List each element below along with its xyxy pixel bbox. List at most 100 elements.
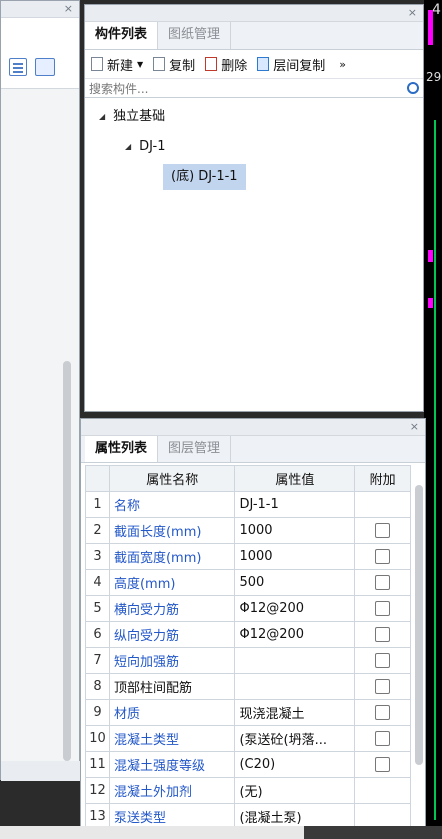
extra-checkbox[interactable]	[375, 627, 391, 642]
property-name: 截面长度(mm)	[108, 517, 236, 544]
row-index: 10	[85, 725, 110, 752]
table-row[interactable]: 12 混凝土外加剂 (无)	[85, 777, 411, 804]
extra-cell	[354, 543, 411, 570]
expand-triangle-icon[interactable]: ◢	[125, 132, 131, 162]
property-value[interactable]: 1000	[234, 517, 356, 544]
property-value[interactable]: (泵送砼(坍落...	[234, 725, 356, 752]
property-value[interactable]: (无)	[234, 777, 356, 804]
table-row[interactable]: 6 纵向受力筋 Φ12@200	[85, 621, 411, 648]
property-panel-close-icon[interactable]: ×	[410, 420, 419, 434]
extra-cell	[354, 621, 411, 648]
extra-checkbox[interactable]	[375, 757, 391, 772]
tab-component-list[interactable]: 构件列表	[85, 22, 159, 49]
row-index: 7	[85, 647, 110, 674]
delete-icon	[205, 57, 218, 71]
left-panel-scrollbar[interactable]	[63, 361, 71, 761]
component-list-panel: × 构件列表 图纸管理 新建 ▼ 复制 删除 层间复制 » 搜索构件... ◢	[84, 4, 424, 412]
extra-checkbox[interactable]	[375, 575, 391, 590]
component-search-box[interactable]: 搜索构件...	[85, 79, 423, 98]
component-panel-titlebar: ×	[85, 5, 423, 22]
table-header-name: 属性名称	[108, 465, 236, 492]
property-name: 材质	[108, 699, 236, 726]
property-value[interactable]	[234, 673, 356, 700]
property-value[interactable]: (C20)	[234, 751, 356, 778]
property-name: 顶部柱间配筋	[108, 673, 236, 700]
tree-node-leaf[interactable]: (底) DJ-1-1	[85, 162, 423, 192]
table-row[interactable]: 2 截面长度(mm) 1000	[85, 517, 411, 544]
table-row[interactable]: 9 材质 现浇混凝土	[85, 699, 411, 726]
table-row[interactable]: 7 短向加强筋	[85, 647, 411, 674]
property-name: 混凝土外加剂	[108, 777, 236, 804]
table-header-value: 属性值	[234, 465, 356, 492]
list-view-icon[interactable]	[9, 58, 27, 76]
property-panel-scrollbar[interactable]	[415, 485, 423, 765]
table-row[interactable]: 4 高度(mm) 500	[85, 569, 411, 596]
left-panel-close-icon[interactable]: ×	[64, 2, 73, 16]
extra-cell	[354, 725, 411, 752]
table-row[interactable]: 5 横向受力筋 Φ12@200	[85, 595, 411, 622]
tree-node-root[interactable]: ◢ 独立基础	[85, 102, 423, 132]
tree-node-label: DJ-1	[139, 139, 166, 154]
table-row[interactable]: 3 截面宽度(mm) 1000	[85, 543, 411, 570]
search-icon[interactable]	[407, 82, 419, 94]
toolbar-overflow-icon[interactable]: »	[339, 58, 346, 71]
cad-label: 29	[426, 70, 442, 84]
table-row[interactable]: 11 混凝土强度等级 (C20)	[85, 751, 411, 778]
delete-button[interactable]: 删除	[205, 55, 247, 74]
tree-node-selected-label[interactable]: (底) DJ-1-1	[163, 164, 246, 190]
property-value[interactable]: Φ12@200	[234, 621, 356, 648]
row-index: 9	[85, 699, 110, 726]
property-value[interactable]: 1000	[234, 543, 356, 570]
property-panel-titlebar: ×	[81, 419, 425, 436]
extra-checkbox[interactable]	[375, 601, 391, 616]
row-index: 5	[85, 595, 110, 622]
extra-cell	[354, 647, 411, 674]
floor-copy-button[interactable]: 层间复制	[257, 55, 325, 74]
row-index: 4	[85, 569, 110, 596]
property-view-icon[interactable]	[35, 58, 55, 76]
extra-checkbox[interactable]	[375, 653, 391, 668]
tree-node-child[interactable]: ◢ DJ-1	[85, 132, 423, 162]
cad-line	[434, 120, 436, 820]
property-value[interactable]: 现浇混凝土	[234, 699, 356, 726]
extra-checkbox[interactable]	[375, 731, 391, 746]
property-name: 短向加强筋	[108, 647, 236, 674]
extra-cell	[354, 699, 411, 726]
property-value[interactable]: Φ12@200	[234, 595, 356, 622]
property-panel-tabs: 属性列表 图层管理	[81, 436, 425, 463]
table-row[interactable]: 10 混凝土类型 (泵送砼(坍落...	[85, 725, 411, 752]
tab-property-list[interactable]: 属性列表	[85, 436, 159, 462]
extra-cell	[354, 491, 411, 518]
search-input[interactable]: 搜索构件...	[89, 80, 148, 97]
row-index: 11	[85, 751, 110, 778]
property-list-panel: × 属性列表 图层管理 属性名称 属性值 附加 1 名称 DJ-1-1 2 截面长度(m…	[80, 418, 426, 839]
property-name: 混凝土类型	[108, 725, 236, 752]
property-name: 名称	[108, 491, 236, 518]
extra-checkbox[interactable]	[375, 523, 391, 538]
row-index: 2	[85, 517, 110, 544]
property-value[interactable]: DJ-1-1	[234, 491, 356, 518]
row-index: 12	[85, 777, 110, 804]
copy-button[interactable]: 复制	[153, 55, 195, 74]
tab-drawing-management[interactable]: 图纸管理	[158, 22, 232, 49]
component-panel-close-icon[interactable]: ×	[408, 6, 417, 20]
cad-canvas[interactable]: 29 4	[424, 0, 442, 839]
extra-checkbox[interactable]	[375, 705, 391, 720]
tab-layer-management[interactable]: 图层管理	[158, 436, 232, 462]
property-table-body: 1 名称 DJ-1-1 2 截面长度(mm) 1000 3 截面宽度(mm) 1000 4 高度(m…	[85, 491, 411, 830]
cad-label-top: 4	[432, 2, 441, 18]
table-row[interactable]: 8 顶部柱间配筋	[85, 673, 411, 700]
row-index: 8	[85, 673, 110, 700]
extra-cell	[354, 517, 411, 544]
left-panel-bottom	[1, 761, 81, 781]
tree-node-label: 独立基础	[113, 109, 166, 124]
new-button[interactable]: 新建 ▼	[91, 55, 143, 74]
extra-checkbox[interactable]	[375, 679, 391, 694]
property-value[interactable]: 500	[234, 569, 356, 596]
expand-triangle-icon[interactable]: ◢	[99, 102, 105, 132]
table-row[interactable]: 1 名称 DJ-1-1	[85, 491, 411, 518]
extra-checkbox[interactable]	[375, 549, 391, 564]
floor-copy-icon	[257, 57, 270, 71]
property-value[interactable]	[234, 647, 356, 674]
property-name: 高度(mm)	[108, 569, 236, 596]
